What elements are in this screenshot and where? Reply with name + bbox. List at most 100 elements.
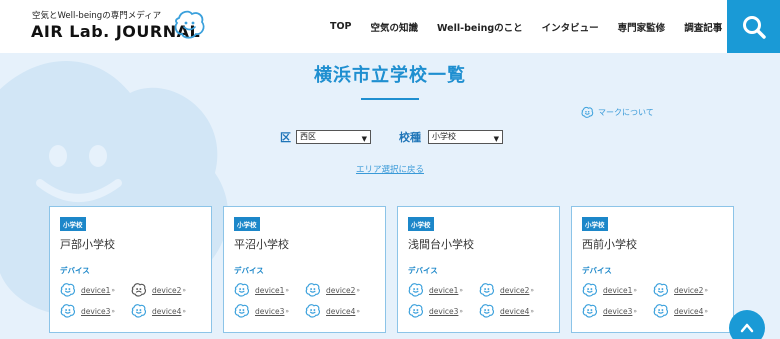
- device-link[interactable]: device2 »: [131, 282, 186, 298]
- smile-face-icon: [408, 283, 423, 297]
- chevron-right-icon: »: [459, 286, 464, 294]
- chevron-right-icon: »: [182, 307, 187, 315]
- title-underline: [361, 98, 419, 100]
- chevron-up-icon: [740, 323, 754, 333]
- device-link[interactable]: device4 »: [305, 303, 360, 319]
- device-link[interactable]: device2 »: [305, 282, 360, 298]
- chevron-right-icon: »: [633, 307, 638, 315]
- device-name: device2: [674, 285, 704, 295]
- chevron-right-icon: »: [633, 286, 638, 294]
- back-to-area-link[interactable]: エリア選択に戻る: [0, 163, 780, 175]
- chevron-right-icon: »: [285, 307, 290, 315]
- device-link[interactable]: device3 »: [408, 303, 463, 319]
- chevron-right-icon: »: [111, 307, 116, 315]
- chevron-right-icon: »: [704, 286, 709, 294]
- nav-item-expert[interactable]: 専門家監修: [618, 20, 666, 34]
- smile-face-icon: [653, 304, 668, 318]
- school-type-select[interactable]: 小学校 ▼: [428, 130, 503, 144]
- smile-face-icon: [408, 304, 423, 318]
- chevron-right-icon: »: [704, 307, 709, 315]
- smile-face-icon: [305, 304, 320, 318]
- device-link[interactable]: device1 »: [582, 282, 637, 298]
- page-title: 横浜市立学校一覧: [314, 65, 466, 86]
- device-name: device4: [500, 306, 530, 316]
- school-name[interactable]: 西前小学校: [582, 236, 637, 252]
- chevron-right-icon: »: [182, 286, 187, 294]
- school-card: 小学校平沼小学校デバイス device1 » device2 » device3…: [223, 206, 386, 333]
- device-name: device3: [81, 306, 111, 316]
- device-name: device4: [326, 306, 356, 316]
- chevron-right-icon: »: [356, 286, 361, 294]
- chevron-right-icon: »: [356, 307, 361, 315]
- chevron-right-icon: »: [285, 286, 290, 294]
- smile-face-icon: [479, 304, 494, 318]
- school-card: 小学校浅間台小学校デバイス device1 » device2 » device…: [397, 206, 560, 333]
- smile-face-icon: [479, 283, 494, 297]
- ward-select-value: 西区: [300, 132, 316, 141]
- device-link[interactable]: device1 »: [234, 282, 289, 298]
- device-link[interactable]: device1 »: [60, 282, 115, 298]
- smile-face-icon: [60, 304, 75, 318]
- mark-info-link[interactable]: マークについて: [581, 106, 654, 119]
- ward-select[interactable]: 西区 ▼: [296, 130, 371, 144]
- nav-item-research[interactable]: 調査記事: [684, 20, 722, 34]
- device-name: device1: [603, 285, 633, 295]
- nav-item-top[interactable]: TOP: [330, 21, 352, 32]
- nav-item-air-knowledge[interactable]: 空気の知識: [371, 20, 419, 34]
- nav-item-interview[interactable]: インタビュー: [542, 20, 599, 34]
- smile-face-icon: [581, 106, 594, 118]
- chevron-down-icon: ▼: [493, 135, 499, 143]
- device-link[interactable]: device3 »: [582, 303, 637, 319]
- smile-face-icon: [582, 304, 597, 318]
- school-type-badge: 小学校: [234, 217, 260, 231]
- devices-label: デバイス: [408, 266, 438, 275]
- smile-face-icon: [653, 283, 668, 297]
- school-type-badge: 小学校: [60, 217, 86, 231]
- device-name: device4: [674, 306, 704, 316]
- device-name: device2: [500, 285, 530, 295]
- chevron-right-icon: »: [459, 307, 464, 315]
- device-name: device3: [429, 306, 459, 316]
- school-card: 小学校戸部小学校デバイス device1 » device2 » device3…: [49, 206, 212, 333]
- school-type-badge: 小学校: [582, 217, 608, 231]
- search-button[interactable]: [727, 0, 780, 53]
- devices-label: デバイス: [582, 266, 612, 275]
- device-name: device1: [81, 285, 111, 295]
- mark-info-label: マークについて: [598, 108, 654, 117]
- site-tagline: 空気とWell-beingの専門メディア: [32, 11, 162, 21]
- chevron-right-icon: »: [111, 286, 116, 294]
- device-link[interactable]: device3 »: [60, 303, 115, 319]
- smile-face-icon: [174, 10, 205, 39]
- school-type-label: 校種: [399, 131, 421, 144]
- smile-face-icon: [234, 304, 249, 318]
- ward-label: 区: [280, 131, 291, 144]
- chevron-right-icon: »: [530, 286, 535, 294]
- main-nav: TOP 空気の知識 Well-beingのこと インタビュー 専門家監修 調査記…: [330, 0, 741, 53]
- school-name[interactable]: 戸部小学校: [60, 236, 115, 252]
- device-link[interactable]: device4 »: [131, 303, 186, 319]
- device-link[interactable]: device3 »: [234, 303, 289, 319]
- school-name[interactable]: 平沼小学校: [234, 236, 289, 252]
- school-card: 小学校西前小学校デバイス device1 » device2 » device3…: [571, 206, 734, 333]
- search-icon: [742, 15, 766, 39]
- site-header: 空気とWell-beingの専門メディア AIR Lab. JOURNAL TO…: [0, 0, 780, 53]
- device-link[interactable]: device1 »: [408, 282, 463, 298]
- smile-face-icon: [60, 283, 75, 297]
- school-type-select-value: 小学校: [432, 132, 456, 141]
- smile-face-icon: [582, 283, 597, 297]
- device-link[interactable]: device4 »: [479, 303, 534, 319]
- nav-item-well-being[interactable]: Well-beingのこと: [437, 20, 523, 34]
- device-name: device4: [152, 306, 182, 316]
- school-type-badge: 小学校: [408, 217, 434, 231]
- device-link[interactable]: device2 »: [653, 282, 708, 298]
- device-name: device3: [255, 306, 285, 316]
- smile-face-icon: [305, 283, 320, 297]
- device-link[interactable]: device4 »: [653, 303, 708, 319]
- chevron-down-icon: ▼: [361, 135, 367, 143]
- smile-face-icon: [131, 304, 146, 318]
- device-link[interactable]: device2 »: [479, 282, 534, 298]
- devices-label: デバイス: [60, 266, 90, 275]
- school-name[interactable]: 浅間台小学校: [408, 236, 474, 252]
- scroll-top-button[interactable]: [729, 310, 765, 339]
- devices-label: デバイス: [234, 266, 264, 275]
